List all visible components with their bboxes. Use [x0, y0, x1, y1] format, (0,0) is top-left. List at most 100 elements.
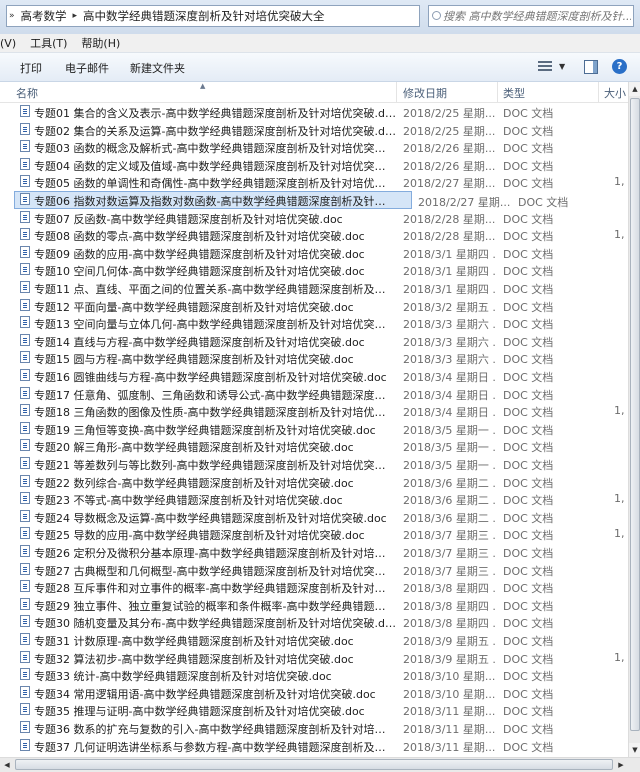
file-list: 专题01 集合的含义及表示-高中数学经典错题深度剖析及针对培优突破.doc 201… [0, 103, 628, 755]
menu-help[interactable]: 帮助(H) [75, 35, 128, 51]
file-row[interactable]: 专题24 导数概念及运算-高中数学经典错题深度剖析及针对培优突破.doc 2018… [0, 508, 628, 526]
column-type[interactable]: 类型 [503, 85, 525, 101]
file-row[interactable]: 专题30 随机变量及其分布-高中数学经典错题深度剖析及针对培优突破.doc 201… [0, 613, 628, 631]
file-row[interactable]: 专题06 指数对数运算及指数对数函数-高中数学经典错题深度剖析及针对培优... 2… [14, 191, 568, 209]
menu-view[interactable]: (V) [0, 37, 24, 50]
view-options-icon[interactable] [538, 61, 552, 73]
breadcrumb-item-root[interactable]: 高考数学 [17, 8, 71, 24]
file-row[interactable]: 专题15 圆与方程-高中数学经典错题深度剖析及针对培优突破.doc 2018/3/… [0, 349, 628, 367]
file-row[interactable]: 专题27 古典概型和几何概型-高中数学经典错题深度剖析及针对培优突破.doc 20… [0, 561, 628, 579]
doc-file-icon [20, 122, 30, 135]
new-folder-button[interactable]: 新建文件夹 [130, 60, 185, 76]
doc-file-icon [20, 386, 30, 399]
file-type: DOC 文档 [503, 617, 554, 631]
email-button[interactable]: 电子邮件 [65, 60, 109, 76]
file-name: 专题31 计数原理-高中数学经典错题深度剖析及针对培优突破.doc [34, 635, 354, 648]
file-row[interactable]: 专题33 统计-高中数学经典错题深度剖析及针对培优突破.doc 2018/3/10… [0, 666, 628, 684]
scroll-right-icon[interactable]: ▶ [614, 758, 628, 772]
column-size[interactable]: 大小 [604, 85, 626, 101]
file-type: DOC 文档 [503, 459, 554, 472]
file-date: 2018/2/27 星期... [418, 196, 511, 209]
file-row[interactable]: 专题03 函数的概念及解析式-高中数学经典错题深度剖析及针对培优突破.doc 20… [0, 138, 628, 156]
file-row[interactable]: 专题07 反函数-高中数学经典错题深度剖析及针对培优突破.doc 2018/2/2… [0, 209, 628, 227]
column-divider[interactable] [598, 82, 599, 102]
file-row[interactable]: 专题35 推理与证明-高中数学经典错题深度剖析及针对培优突破.doc 2018/3… [0, 701, 628, 719]
file-name: 专题02 集合的关系及运算-高中数学经典错题深度剖析及针对培优突破.doc [34, 124, 396, 138]
file-type: DOC 文档 [503, 476, 554, 490]
preview-pane-icon[interactable] [584, 60, 598, 74]
vertical-scrollbar[interactable]: ▲ ▼ [628, 82, 640, 757]
file-date: 2018/3/9 星期五 ... [403, 635, 497, 648]
breadcrumb-chevron-icon[interactable]: ▸ [71, 11, 80, 21]
doc-file-icon [20, 193, 30, 205]
address-bar[interactable]: » 高考数学 ▸ 高中数学经典错题深度剖析及针对培优突破大全 [6, 5, 420, 27]
scroll-thumb[interactable] [630, 98, 640, 731]
file-row[interactable]: 专题20 解三角形-高中数学经典错题深度剖析及针对培优突破.doc 2018/3/… [0, 437, 628, 455]
breadcrumb-item-current[interactable]: 高中数学经典错题深度剖析及针对培优突破大全 [79, 8, 329, 24]
column-divider[interactable] [396, 82, 397, 102]
file-name: 专题35 推理与证明-高中数学经典错题深度剖析及针对培优突破.doc [34, 705, 365, 719]
help-icon[interactable]: ? [612, 59, 627, 74]
chevron-down-icon[interactable]: ▼ [559, 62, 565, 71]
column-divider[interactable] [497, 82, 498, 102]
doc-file-icon [20, 175, 30, 188]
print-button[interactable]: 打印 [20, 60, 42, 76]
file-row[interactable]: 专题22 数列综合-高中数学经典错题深度剖析及针对培优突破.doc 2018/3/… [0, 473, 628, 491]
file-row[interactable]: 专题10 空间几何体-高中数学经典错题深度剖析及针对培优突破.doc 2018/3… [0, 261, 628, 279]
file-type: DOC 文档 [503, 107, 554, 120]
file-row[interactable]: 专题32 算法初步-高中数学经典错题深度剖析及针对培优突破.doc 2018/3/… [0, 649, 628, 667]
file-row[interactable]: 专题26 定积分及微积分基本原理-高中数学经典错题深度剖析及针对培优突破... 2… [0, 543, 628, 561]
file-row[interactable]: 专题08 函数的零点-高中数学经典错题深度剖析及针对培优突破.doc 2018/2… [0, 226, 628, 244]
file-type: DOC 文档 [503, 212, 554, 226]
file-row[interactable]: 专题36 数系的扩充与复数的引入-高中数学经典错题深度剖析及针对培优突破... 2… [0, 719, 628, 737]
file-type: DOC 文档 [503, 723, 554, 736]
scroll-thumb-horizontal[interactable] [15, 759, 613, 770]
file-row[interactable]: 专题04 函数的定义域及值域-高中数学经典错题深度剖析及针对培优突破.doc 20… [0, 156, 628, 174]
file-row[interactable]: 专题02 集合的关系及运算-高中数学经典错题深度剖析及针对培优突破.doc 201… [0, 121, 628, 139]
file-date: 2018/3/10 星期... [403, 687, 496, 701]
file-row[interactable]: 专题09 函数的应用-高中数学经典错题深度剖析及针对培优突破.doc 2018/3… [0, 244, 628, 262]
file-row[interactable]: 专题19 三角恒等变换-高中数学经典错题深度剖析及针对培优突破.doc 2018/… [0, 420, 628, 438]
sort-ascending-icon: ▲ [200, 82, 206, 90]
file-row[interactable]: 专题05 函数的单调性和奇偶性-高中数学经典错题深度剖析及针对培优突破.doc 2… [0, 173, 628, 191]
file-type: DOC 文档 [503, 159, 554, 173]
file-row[interactable]: 专题13 空间向量与立体几何-高中数学经典错题深度剖析及针对培优突破.doc 20… [0, 314, 628, 332]
horizontal-scrollbar[interactable]: ◀ ▶ [0, 757, 640, 772]
file-name: 专题33 统计-高中数学经典错题深度剖析及针对培优突破.doc [34, 670, 332, 684]
file-row[interactable]: 专题25 导数的应用-高中数学经典错题深度剖析及针对培优突破.doc 2018/3… [0, 525, 628, 543]
file-row[interactable]: 专题28 互斥事件和对立事件的概率-高中数学经典错题深度剖析及针对培优突... 2… [0, 578, 628, 596]
doc-file-icon [20, 545, 30, 557]
file-name: 专题09 函数的应用-高中数学经典错题深度剖析及针对培优突破.doc [34, 247, 365, 261]
search-box[interactable] [428, 5, 634, 27]
file-row[interactable]: 专题16 圆锥曲线与方程-高中数学经典错题深度剖析及针对培优突破.doc 2018… [0, 367, 628, 385]
file-date: 2018/3/8 星期四 ... [403, 617, 497, 631]
menu-tools[interactable]: 工具(T) [24, 35, 75, 51]
file-row[interactable]: 专题23 不等式-高中数学经典错题深度剖析及针对培优突破.doc 2018/3/6… [0, 490, 628, 508]
file-row[interactable]: 专题31 计数原理-高中数学经典错题深度剖析及针对培优突破.doc 2018/3/… [0, 631, 628, 649]
scroll-left-icon[interactable]: ◀ [0, 758, 14, 772]
file-row[interactable]: 专题29 独立事件、独立重复试验的概率和条件概率-高中数学经典错题深度剖... 2… [0, 596, 628, 614]
file-row[interactable]: 专题11 点、直线、平面之间的位置关系-高中数学经典错题深度剖析及针对培... 2… [0, 279, 628, 297]
column-name[interactable]: 名称 [16, 85, 38, 101]
scroll-down-icon[interactable]: ▼ [629, 743, 640, 757]
file-row[interactable]: 专题17 任意角、弧度制、三角函数和诱导公式-高中数学经典错题深度剖析及... 2… [0, 385, 628, 403]
file-row[interactable]: 专题34 常用逻辑用语-高中数学经典错题深度剖析及针对培优突破.doc 2018/… [0, 684, 628, 702]
file-name: 专题18 三角函数的图像及性质-高中数学经典错题深度剖析及针对培优突破.doc [34, 406, 396, 420]
file-name: 专题27 古典概型和几何概型-高中数学经典错题深度剖析及针对培优突破.doc [34, 564, 396, 578]
file-row[interactable]: 专题01 集合的含义及表示-高中数学经典错题深度剖析及针对培优突破.doc 201… [0, 103, 628, 121]
search-input[interactable] [429, 8, 633, 24]
doc-file-icon [20, 245, 30, 258]
breadcrumb-chevron-icon[interactable]: » [7, 11, 17, 21]
file-row[interactable]: 专题14 直线与方程-高中数学经典错题深度剖析及针对培优突破.doc 2018/3… [0, 332, 628, 350]
column-date[interactable]: 修改日期 [403, 85, 447, 101]
file-row[interactable]: 专题12 平面向量-高中数学经典错题深度剖析及针对培优突破.doc 2018/3/… [0, 297, 628, 315]
file-type: DOC 文档 [503, 388, 554, 402]
file-row[interactable]: 专题21 等差数列与等比数列-高中数学经典错题深度剖析及针对培优突破.doc 20… [0, 455, 628, 473]
scroll-up-icon[interactable]: ▲ [629, 82, 640, 96]
file-size: 1, [614, 527, 625, 541]
file-row[interactable]: 专题37 几何证明选讲坐标系与参数方程-高中数学经典错题深度剖析及针对培... 2… [0, 737, 628, 755]
file-row[interactable]: 专题18 三角函数的图像及性质-高中数学经典错题深度剖析及针对培优突破.doc 2… [0, 402, 628, 420]
doc-file-icon [20, 281, 30, 293]
file-date: 2018/3/1 星期四 ... [403, 265, 497, 279]
file-size: 1, [614, 228, 625, 242]
